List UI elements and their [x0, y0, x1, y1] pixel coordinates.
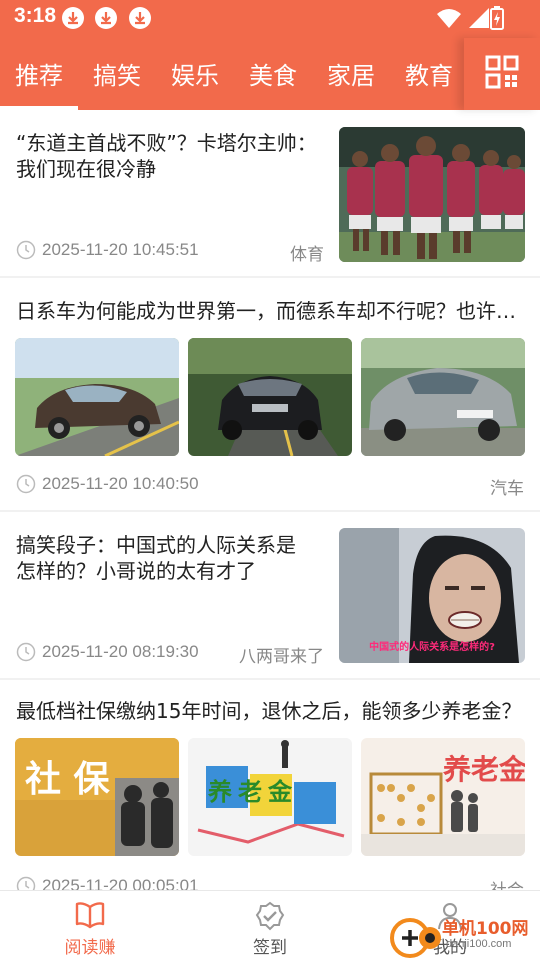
article-meta: 2025-11-20 10:40:50 汽车	[16, 472, 524, 499]
article-thumbnail	[15, 338, 179, 456]
checkin-icon	[255, 901, 285, 931]
site-watermark: 单机100网 danji100.com	[390, 912, 540, 960]
article-thumbnail	[361, 338, 525, 456]
image-text: 社 保	[25, 759, 110, 800]
article-thumbnail: 养老金	[188, 738, 352, 856]
status-time: 3:18	[14, 4, 57, 27]
clock-icon	[16, 240, 36, 260]
article-title: 日系车为何能成为世界第一，而德系车却不行呢？也许这几点是关键	[16, 299, 522, 323]
article-meta: 2025-11-20 00:05:01 社会	[16, 874, 524, 890]
watermark-url: danji100.com	[446, 938, 512, 950]
clock-icon	[16, 474, 36, 494]
tab-recommend[interactable]: 推荐	[15, 56, 63, 91]
article-meta: 2025-11-20 08:19:30 八两哥来了	[16, 640, 324, 667]
nav-read-earn[interactable]: 阅读赚	[30, 897, 150, 958]
article-category: 八两哥来了	[239, 647, 324, 667]
article-title: 最低档社保缴纳15年时间，退休之后，能领多少养老金？	[16, 699, 522, 723]
article-title-line: 我们现在很冷静	[16, 157, 156, 181]
article-title-line: 搞笑段子：中国式的人际关系是	[16, 533, 296, 557]
article-category: 体育	[290, 245, 324, 265]
tab-funny[interactable]: 搞笑	[93, 56, 141, 91]
wifi-icon	[437, 9, 461, 28]
article-title-line: “东道主首战不败”？卡塔尔主帅：	[16, 131, 317, 155]
article-meta: 2025-11-20 10:45:51 体育	[16, 238, 324, 265]
signal-icon	[469, 8, 489, 28]
tab-home[interactable]: 家居	[327, 56, 375, 91]
article-category: 汽车	[490, 479, 524, 499]
black-honda-image	[188, 338, 352, 456]
tab-entertainment[interactable]: 娱乐	[171, 56, 219, 91]
book-icon	[75, 902, 105, 929]
article-thumbnail: 养老金	[361, 738, 525, 856]
article-thumbnail: 社 保	[15, 738, 179, 856]
article-time: 2025-11-20 08:19:30	[42, 642, 199, 661]
article-card[interactable]: 搞笑段子：中国式的人际关系是 怎样的？小哥说的太有才了 2025-11-20 0…	[0, 512, 540, 680]
brown-sedan-image	[15, 338, 179, 456]
article-thumbnail	[188, 338, 352, 456]
image-caption: 中国式的人际关系是怎样的?	[369, 642, 495, 653]
watermark-text: 单机100网	[442, 919, 529, 939]
article-card[interactable]: 最低档社保缴纳15年时间，退休之后，能领多少养老金？ 社 保 养老金 养老金 2…	[0, 680, 540, 890]
top-header: 3:18 推荐 搞笑 娱乐 美食 家居 教育	[0, 0, 540, 110]
status-bar: 3:18	[0, 0, 540, 36]
news-feed: “东道主首战不败”？卡塔尔主帅： 我们现在很冷静 2025-11-20 10:4…	[0, 110, 540, 890]
image-text: 养老金	[443, 753, 525, 786]
article-card[interactable]: “东道主首战不败”？卡塔尔主帅： 我们现在很冷静 2025-11-20 10:4…	[0, 110, 540, 278]
channel-grid-button[interactable]	[464, 38, 540, 110]
article-time: 2025-11-20 00:05:01	[42, 876, 199, 890]
battery-charging-icon	[490, 6, 504, 30]
article-title: “东道主首战不败”？卡塔尔主帅： 我们现在很冷静	[16, 130, 326, 182]
tab-education[interactable]: 教育	[405, 56, 453, 91]
download-icon	[95, 7, 117, 29]
article-time: 2025-11-20 10:40:50	[42, 474, 199, 493]
tab-food[interactable]: 美食	[249, 56, 297, 91]
article-thumbnail	[339, 127, 525, 262]
article-card[interactable]: 日系车为何能成为世界第一，而德系车却不行呢？也许这几点是关键	[0, 278, 540, 512]
category-tabs: 推荐 搞笑 娱乐 美食 家居 教育	[0, 38, 464, 110]
clock-icon	[16, 642, 36, 662]
nav-label: 阅读赚	[64, 938, 116, 958]
clock-icon	[16, 876, 36, 890]
silver-bmw-image	[361, 338, 525, 456]
article-title: 搞笑段子：中国式的人际关系是 怎样的？小哥说的太有才了	[16, 532, 326, 584]
download-icon	[62, 7, 84, 29]
image-text: 养老金	[208, 778, 298, 806]
article-category: 社会	[490, 876, 524, 890]
download-icon	[129, 7, 151, 29]
nav-label: 签到	[253, 938, 287, 958]
article-thumbnail: 中国式的人际关系是怎样的?	[339, 528, 525, 663]
football-players-image	[339, 127, 525, 262]
watermark-logo-icon	[390, 918, 441, 958]
grid-menu-icon	[485, 55, 519, 89]
nav-checkin[interactable]: 签到	[210, 897, 330, 958]
article-title-line: 怎样的？小哥说的太有才了	[16, 559, 256, 583]
article-time: 2025-11-20 10:45:51	[42, 240, 199, 259]
